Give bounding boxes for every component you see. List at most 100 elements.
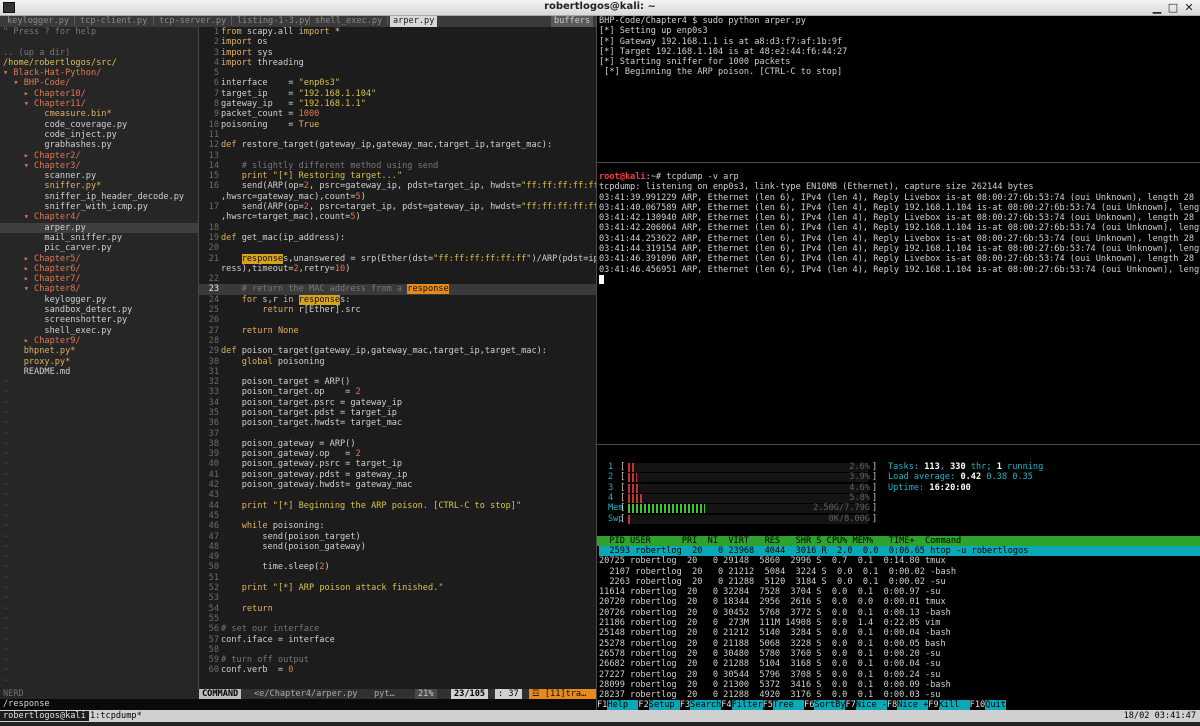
code-line[interactable]: 39 poison_gateway.op = 2 — [199, 449, 596, 459]
code-line[interactable]: ,hwsrc=target_mac),count=5) — [199, 212, 596, 222]
code-line[interactable]: 55 — [199, 614, 596, 624]
nerdtree-item[interactable]: ▸ Chapter2/ — [0, 151, 199, 161]
code-line[interactable]: 10 poisoning = True — [199, 120, 596, 130]
code-line[interactable]: 58 — [199, 645, 596, 655]
code-line[interactable]: 13 — [199, 151, 596, 161]
code-line[interactable]: 29 def poison_target(gateway_ip,gateway_m… — [199, 346, 596, 356]
nerdtree-item[interactable]: README.md — [0, 367, 199, 377]
buffers-button[interactable]: buffers — [551, 16, 594, 27]
code-line[interactable]: 35 poison_target.pdst = target_ip — [199, 408, 596, 418]
fkey-label[interactable]: Tree — [772, 700, 805, 710]
nerdtree-item[interactable]: ▸ Chapter10/ — [0, 89, 199, 99]
code-line[interactable]: 54 return — [199, 604, 596, 614]
fkey-f8[interactable]: F8 — [886, 700, 898, 710]
code-line[interactable]: 28 — [199, 336, 596, 346]
code-line[interactable]: 42 poison_gateway.hwdst= gateway_mac — [199, 480, 596, 490]
fkey-label[interactable]: Help — [607, 700, 639, 710]
code-line[interactable]: 8 gateway_ip = "192.168.1.1" — [199, 99, 596, 109]
nerdtree-item[interactable]: arper.py — [0, 222, 199, 233]
nerdtree-item[interactable]: sandbox_detect.py — [0, 305, 199, 315]
code-line[interactable]: 24 for s,r in responses: — [199, 294, 596, 305]
code-line[interactable]: 60 conf.verb = 0 — [199, 665, 596, 675]
code-line[interactable]: 48 send(poison_gateway) — [199, 542, 596, 552]
fkey-f9[interactable]: F9 — [928, 700, 939, 710]
nerdtree-item[interactable]: keylogger.py — [0, 295, 199, 305]
nerdtree-item[interactable]: .. (up a dir) — [0, 48, 199, 58]
fkey-label[interactable]: Search — [690, 700, 722, 710]
code-line[interactable]: 53 — [199, 593, 596, 603]
process-row[interactable]: 2263 robertlog 20 0 21288 5120 3184 S 0.… — [599, 577, 1200, 587]
code-line[interactable]: 25 return r[Ether].src — [199, 305, 596, 315]
code-line[interactable]: 2 import os — [199, 37, 596, 47]
process-row[interactable]: 21186 robertlog 20 0 273M 111M 14908 S 0… — [599, 618, 1200, 628]
code-line[interactable]: 33 poison_target.op = 2 — [199, 387, 596, 397]
nerdtree-item[interactable] — [0, 37, 199, 47]
code-line[interactable]: 17 send(ARP(op=2, psrc=target_ip, pdst=g… — [199, 202, 596, 212]
code-line[interactable]: 27 return None — [199, 326, 596, 336]
nerdtree-item[interactable]: /home/robertlogos/src/ — [0, 58, 199, 68]
fkey-label[interactable]: SortBy — [814, 700, 846, 710]
process-row[interactable]: 20725 robertlog 20 0 29148 5860 2996 S 0… — [599, 556, 1200, 566]
nerdtree-item[interactable]: code_inject.py — [0, 130, 199, 140]
fkey-label[interactable]: Quit — [985, 700, 1006, 710]
code-line[interactable]: 4 import threading — [199, 58, 596, 68]
tab-arper-py[interactable]: arper.py — [390, 16, 438, 27]
code-line[interactable]: 26 — [199, 315, 596, 325]
nerdtree-item[interactable]: mail_sniffer.py — [0, 233, 199, 243]
vim-cmdline[interactable]: /response — [0, 699, 596, 710]
nerdtree-item[interactable]: ▾ BHP-Code/ — [0, 78, 199, 88]
process-row[interactable]: 28237 robertlog 20 0 21288 4920 3176 S 0… — [599, 690, 1200, 699]
tab-tcp-server-py[interactable]: tcp-server.py — [156, 16, 229, 27]
code-line[interactable]: 36 poison_target.hwdst= target_mac — [199, 418, 596, 428]
nerdtree-item[interactable]: ▾ Chapter4/ — [0, 212, 199, 222]
process-row[interactable]: 20720 robertlog 20 0 18344 2956 2616 S 0… — [599, 597, 1200, 607]
fkey-f5[interactable]: F5 — [762, 700, 773, 710]
nerdtree-item[interactable]: bhpnet.py* — [0, 346, 199, 356]
tmux-window-tab[interactable]: 1:tcpdump* — [90, 711, 142, 721]
code-line[interactable]: 15 print "[*] Restoring target..." — [199, 171, 596, 181]
nerdtree-item[interactable]: ▾ Chapter3/ — [0, 161, 199, 171]
code-line[interactable]: 57 conf.iface = interface — [199, 635, 596, 645]
nerdtree-item[interactable]: ▾ Chapter11/ — [0, 99, 199, 109]
code-line[interactable]: 44 print "[*] Beginning the ARP poison. … — [199, 501, 596, 511]
process-row[interactable]: 25148 robertlog 20 0 21212 5140 3284 S 0… — [599, 628, 1200, 638]
nerdtree-item[interactable]: code_coverage.py — [0, 120, 199, 130]
tab-shell_exec-py[interactable]: shell_exec.py — [312, 16, 385, 27]
nerdtree-item[interactable]: shell_exec.py — [0, 326, 199, 336]
process-row[interactable]: 28099 robertlog 20 0 21300 5372 3416 S 0… — [599, 680, 1200, 690]
code-line[interactable]: 59 # turn off output — [199, 655, 596, 665]
code-line[interactable]: 9 packet_count = 1000 — [199, 109, 596, 119]
fkey-f1[interactable]: F1 — [597, 700, 608, 710]
nerdtree-item[interactable]: ▾ Black-Hat-Python/ — [0, 68, 199, 78]
code-line[interactable]: 23 # return the MAC address from a respo… — [199, 284, 596, 295]
fkey-f6[interactable]: F6 — [804, 700, 815, 710]
code-line[interactable]: 51 — [199, 573, 596, 583]
process-row[interactable]: 27227 robertlog 20 0 30544 5796 3708 S 0… — [599, 670, 1200, 680]
code-line[interactable]: 14 # slightly different method using sen… — [199, 161, 596, 171]
htop-column-header[interactable]: PID USER PRI NI VIRT RES SHR S CPU% MEM%… — [597, 536, 1200, 546]
code-line[interactable]: 3 import sys — [199, 48, 596, 58]
code-line[interactable]: 30 global poisoning — [199, 357, 596, 367]
code-line[interactable]: 12 def restore_target(gateway_ip,gateway_… — [199, 140, 596, 150]
code-line[interactable]: 47 send(poison_target) — [199, 532, 596, 542]
nerdtree-item[interactable]: ▸ Chapter9/ — [0, 336, 199, 346]
fkey-f4[interactable]: F4 — [721, 700, 732, 710]
fkey-f10[interactable]: F10 — [969, 700, 986, 710]
nerdtree-item[interactable]: " Press ? for help — [0, 27, 199, 37]
nerdtree-item[interactable]: pic_carver.py — [0, 243, 199, 253]
code-line[interactable]: ress),timeout=2,retry=10) — [199, 264, 596, 274]
code-line[interactable]: ,hwsrc=gateway_mac),count=5) — [199, 192, 596, 202]
code-line[interactable]: 56 # set our interface — [199, 624, 596, 634]
code-editor[interactable]: 1 from scapy.all import * 2 import os 3 impor… — [199, 27, 596, 689]
code-line[interactable]: 32 poison_target = ARP() — [199, 377, 596, 387]
tab-keylogger-py[interactable]: keylogger.py — [4, 16, 72, 27]
nerdtree-item[interactable]: ▸ Chapter7/ — [0, 274, 199, 284]
maximize-icon[interactable]: □ — [1166, 1, 1180, 15]
nerdtree-item[interactable]: grabhashes.py — [0, 140, 199, 150]
fkey-label[interactable]: Kill — [938, 700, 970, 710]
fkey-f3[interactable]: F3 — [679, 700, 691, 710]
nerdtree-item[interactable]: ▸ Chapter5/ — [0, 254, 199, 264]
code-line[interactable]: 22 — [199, 274, 596, 284]
code-line[interactable]: 7 target_ip = "192.168.1.104" — [199, 89, 596, 99]
code-line[interactable]: 19 def get_mac(ip_address): — [199, 233, 596, 243]
